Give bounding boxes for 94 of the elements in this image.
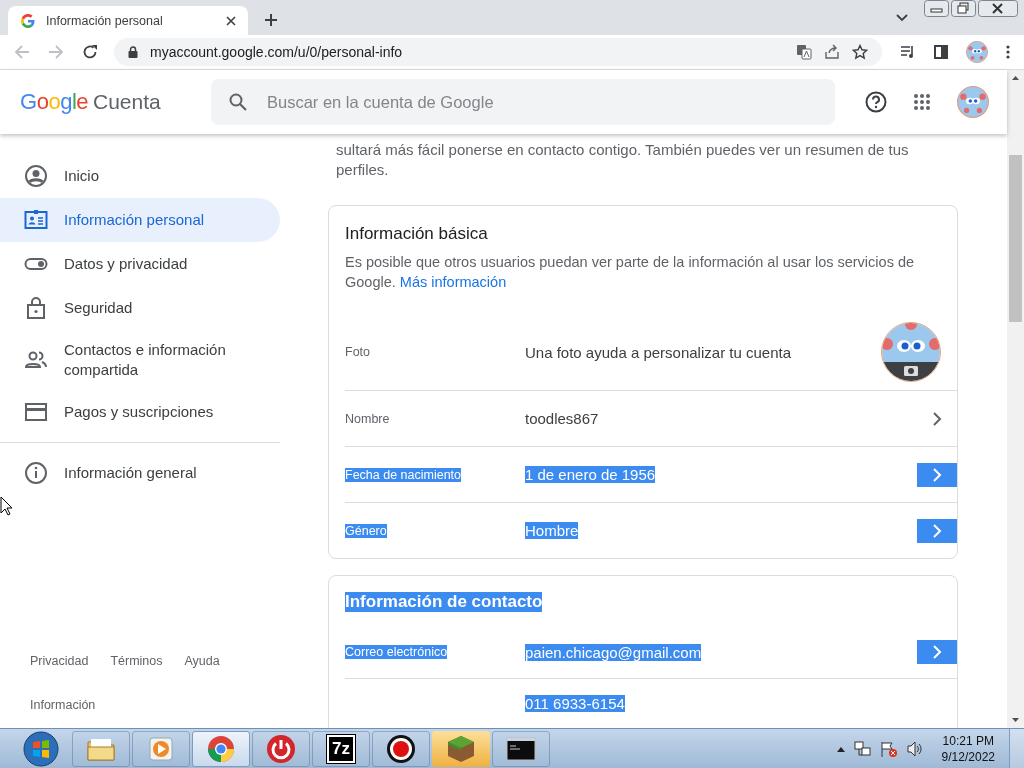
info-icon (24, 461, 48, 485)
field-value: Hombre (525, 522, 579, 539)
footer-link[interactable]: Información (30, 698, 96, 712)
clock-date: 9/12/2022 (941, 748, 995, 765)
chevron-button[interactable] (917, 462, 957, 487)
field-label: Foto (345, 345, 370, 359)
field-value: Una foto ayuda a personalizar tu cuenta (525, 343, 791, 361)
scrollbar-thumb[interactable] (1009, 155, 1022, 322)
browser-logo-icon (207, 734, 235, 763)
browser-button[interactable] (192, 730, 250, 767)
media-queue-icon[interactable] (900, 44, 916, 60)
sidebar-item[interactable]: Inicio (0, 154, 280, 198)
chevron-button[interactable] (917, 640, 957, 664)
power-button[interactable] (252, 730, 310, 767)
footer-link[interactable]: Privacidad (30, 654, 89, 668)
translate-icon[interactable] (796, 44, 812, 60)
play-icon (148, 735, 174, 762)
close-window-icon[interactable] (978, 0, 1018, 17)
close-icon[interactable] (226, 15, 236, 26)
field-label: Género (345, 523, 387, 538)
footer-link[interactable]: Términos (110, 654, 163, 668)
account-circle-icon (24, 164, 48, 188)
archiver-label: 7z (327, 734, 355, 763)
chevron-right-icon (930, 467, 944, 482)
info-row[interactable]: Nombre toodles867 (345, 390, 957, 446)
sidebar-item[interactable]: Información general (0, 451, 280, 495)
address-bar[interactable]: myaccount.google.com/u/0/personal-info (114, 38, 882, 66)
chevron-right-icon (930, 645, 944, 659)
credit-card-icon (24, 400, 48, 424)
clock-time: 10:21 PM (942, 732, 994, 749)
apps-grid-icon[interactable] (913, 93, 931, 111)
info-row[interactable]: Foto Una foto ayuda a personalizar tu cuenta (345, 314, 957, 390)
card-description: Es posible que otros usuarios puedan ver parte de la información al usar los servicios de Google. Más información (345, 253, 916, 292)
chevron-right-icon (930, 411, 944, 426)
side-panel-icon[interactable] (934, 45, 948, 59)
more-info-link[interactable]: Más información (399, 274, 507, 290)
mouse-pointer-icon (0, 496, 14, 516)
field-label: Nombre (345, 411, 390, 426)
profile-photo-icon[interactable] (881, 322, 941, 382)
archiver-button[interactable]: 7z (312, 730, 370, 767)
sidebar-item[interactable]: Seguridad (0, 286, 280, 330)
chevron-right-icon (930, 523, 944, 538)
reload-icon[interactable] (82, 44, 98, 60)
terminal-icon (506, 736, 536, 761)
restore-icon[interactable] (951, 0, 976, 17)
browser-tab[interactable]: Información personal (8, 6, 248, 35)
field-value: toodles867 (525, 410, 599, 427)
media-player-button[interactable] (132, 730, 190, 767)
clock[interactable]: 10:21 PM 9/12/2022 (941, 732, 995, 765)
chevron-down-icon[interactable] (896, 14, 908, 22)
grass-block-icon (446, 733, 476, 764)
scrollbar[interactable] (1007, 70, 1024, 728)
intro-text: sultará más fácil ponerse en contacto contigo. También puedes ver un resumen de tus perfiles. (335, 140, 910, 180)
field-label: Fecha de nacimiento (345, 467, 462, 482)
menu-icon[interactable] (1006, 45, 1010, 59)
card-title: Información de contacto (345, 592, 543, 612)
share-icon[interactable] (824, 44, 840, 60)
field-value: paien.chicago@gmail.com (525, 643, 702, 661)
flag-icon[interactable] (879, 739, 898, 758)
lock-icon (24, 296, 48, 320)
field-value: 1 de enero de 1956 (525, 466, 656, 483)
power-icon (266, 733, 296, 764)
card-title: Información básica (345, 224, 488, 244)
field-value: 011 6933-6154 (525, 695, 625, 712)
network-icon[interactable] (853, 739, 872, 758)
new-tab-icon[interactable] (264, 13, 278, 27)
command-prompt-button[interactable] (492, 730, 550, 767)
field-label: Correo electrónico (345, 645, 448, 659)
search-icon[interactable] (229, 93, 247, 111)
sidebar-item[interactable]: Información personal (0, 198, 280, 242)
google-favicon-icon (20, 12, 36, 29)
block-game-button[interactable] (432, 730, 490, 767)
recorder-button[interactable] (372, 730, 430, 767)
file-explorer-button[interactable] (72, 730, 130, 767)
start-button-icon[interactable] (22, 729, 60, 768)
avatar-icon[interactable] (957, 86, 989, 118)
google-logo[interactable]: Google (20, 89, 88, 115)
id-card-icon (24, 208, 48, 232)
chevron-button[interactable] (917, 518, 957, 543)
search-field[interactable]: Buscar en la cuenta de Google (211, 79, 835, 125)
product-name: Cuenta (93, 90, 161, 114)
avatar-icon[interactable] (966, 41, 988, 63)
sidebar-item[interactable]: Pagos y suscripciones (0, 390, 280, 434)
star-icon[interactable] (852, 44, 868, 60)
minimize-icon[interactable] (924, 0, 949, 17)
footer-link[interactable]: Ayuda (184, 654, 220, 668)
sidebar-item[interactable]: Contactos e información compartida (0, 330, 280, 390)
sidebar-item[interactable]: Datos y privacidad (0, 242, 280, 286)
help-icon[interactable] (865, 91, 887, 113)
lock-icon (128, 46, 138, 58)
tab-title: Información personal (46, 13, 164, 28)
speaker-icon[interactable] (905, 739, 924, 758)
url-text: myaccount.google.com/u/0/personal-info (150, 44, 403, 60)
record-icon (386, 733, 416, 764)
